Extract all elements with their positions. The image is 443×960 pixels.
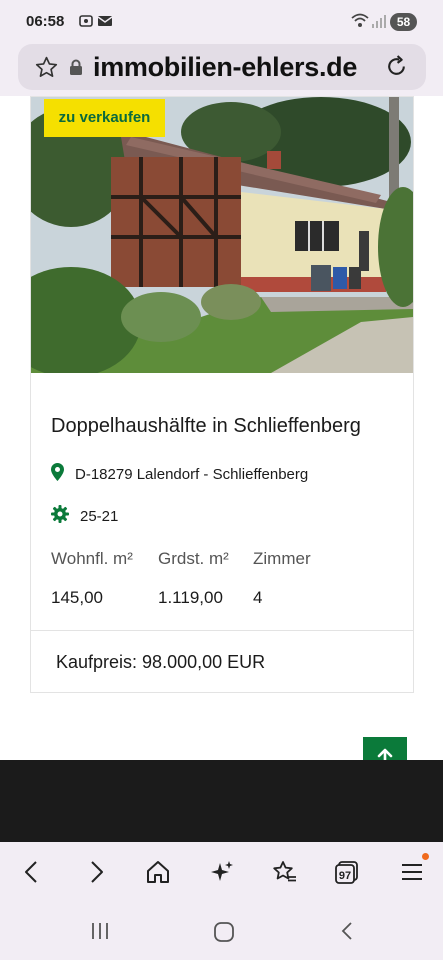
divider	[31, 630, 413, 631]
gear-icon	[51, 505, 80, 527]
home-nav-icon[interactable]	[212, 920, 236, 949]
listing-card[interactable]: zu verkaufen Doppelhaushälfte in Schlief…	[30, 96, 414, 693]
wifi-icon	[351, 13, 369, 34]
forward-icon[interactable]	[84, 859, 108, 890]
location-text: D-18279 Lalendorf - Schlieffenberg	[75, 465, 309, 483]
tabs-count: 97	[339, 870, 351, 882]
rooms-value: 4	[253, 588, 263, 607]
recent-apps-icon[interactable]	[89, 920, 111, 947]
location-pin-icon	[51, 463, 75, 485]
signal-icon	[371, 13, 387, 34]
address-bar[interactable]: immobilien-ehlers.de	[18, 44, 426, 90]
living-area-label: Wohnfl. m²	[51, 549, 133, 568]
battery-indicator: 58	[390, 13, 417, 31]
url-text[interactable]: immobilien-ehlers.de	[93, 52, 357, 83]
back-icon[interactable]	[20, 859, 44, 890]
status-bar: 06:58 58	[0, 0, 443, 44]
property-photo[interactable]: zu verkaufen	[31, 97, 413, 373]
system-navigation-bar	[0, 904, 443, 960]
status-badge: zu verkaufen	[44, 99, 165, 137]
browser-address-area: immobilien-ehlers.de	[0, 44, 443, 96]
status-time: 06:58	[26, 13, 65, 30]
tabs-button[interactable]: 97	[334, 859, 360, 890]
menu-icon[interactable]	[400, 859, 424, 890]
rooms-label: Zimmer	[253, 549, 311, 568]
browser-toolbar: 97	[0, 842, 443, 904]
plot-area-label: Grdst. m²	[158, 549, 229, 568]
price-text: Kaufpreis: 98.000,00 EUR	[56, 652, 266, 672]
back-nav-icon[interactable]	[337, 920, 359, 947]
star-icon[interactable]	[34, 55, 59, 85]
page-footer	[0, 760, 443, 842]
listing-title[interactable]: Doppelhaushälfte in Schlieffenberg	[51, 415, 361, 438]
reload-icon[interactable]	[384, 54, 409, 84]
plot-area-value: 1.119,00	[158, 588, 223, 607]
living-area-value: 145,00	[51, 588, 103, 607]
home-icon[interactable]	[145, 859, 171, 890]
lock-icon	[69, 59, 83, 81]
object-id-text: 25-21	[80, 507, 119, 525]
mail-icon	[97, 13, 113, 34]
object-id-row: 25-21	[51, 505, 118, 527]
sparkle-icon[interactable]	[209, 859, 235, 890]
location-row: D-18279 Lalendorf - Schlieffenberg	[51, 463, 308, 485]
notification-dot	[422, 853, 429, 860]
screenshot-icon	[78, 13, 94, 34]
bookmarks-icon[interactable]	[271, 859, 297, 890]
